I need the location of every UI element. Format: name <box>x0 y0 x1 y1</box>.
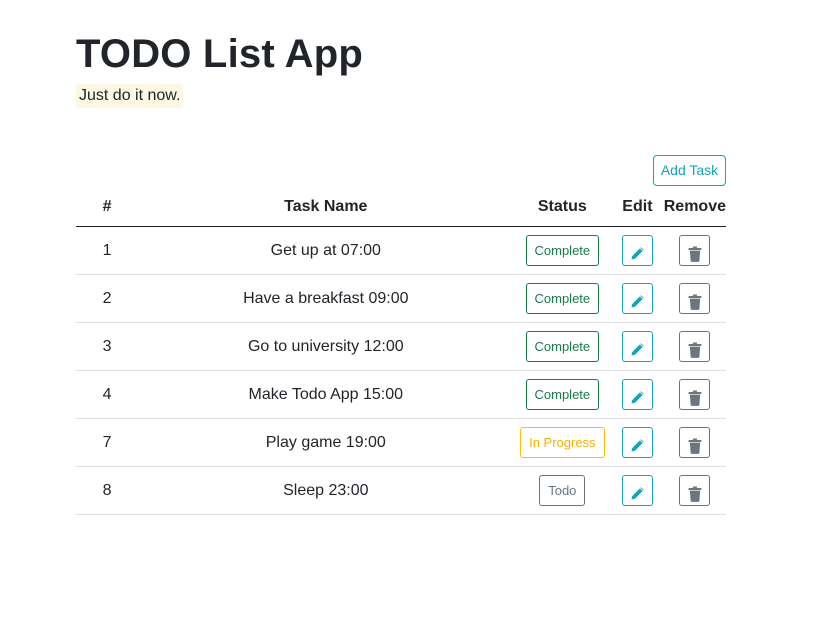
edit-button[interactable] <box>621 283 653 314</box>
table-row: 1 Get up at 07:00 Complete <box>76 226 726 275</box>
remove-button[interactable] <box>679 331 711 362</box>
task-name: Have a breakfast 09:00 <box>138 274 514 323</box>
add-task-button[interactable]: Add Task <box>653 155 726 186</box>
edit-button[interactable] <box>621 475 653 506</box>
task-remove-cell <box>663 418 726 467</box>
status-button[interactable]: In Progress <box>520 427 605 458</box>
task-name: Play game 19:00 <box>138 418 514 467</box>
task-edit-cell <box>611 466 664 515</box>
remove-button[interactable] <box>679 475 711 506</box>
task-remove-cell <box>663 226 726 275</box>
task-number: 8 <box>76 466 139 515</box>
task-status-cell: Complete <box>513 322 612 371</box>
status-button[interactable]: Complete <box>525 235 600 266</box>
task-remove-cell <box>663 466 726 515</box>
task-edit-cell <box>611 370 664 419</box>
pencil-icon <box>623 486 652 502</box>
table-row: 7 Play game 19:00 In Progress <box>76 418 726 467</box>
table-row: 4 Make Todo App 15:00 Complete <box>76 370 726 419</box>
status-button[interactable]: Complete <box>525 283 600 314</box>
task-status-cell: Complete <box>513 226 612 275</box>
status-button[interactable]: Complete <box>525 379 600 410</box>
task-name: Get up at 07:00 <box>138 226 514 275</box>
task-name: Go to university 12:00 <box>138 322 514 371</box>
column-header-edit: Edit <box>611 187 664 227</box>
todo-page: TODO List App Just do it now. Add Task #… <box>0 0 818 625</box>
remove-button[interactable] <box>679 283 711 314</box>
table-row: 3 Go to university 12:00 Complete <box>76 322 726 371</box>
task-number: 1 <box>76 226 139 275</box>
task-status-cell: In Progress <box>513 418 612 467</box>
task-edit-cell <box>611 226 664 275</box>
task-number: 2 <box>76 274 139 323</box>
task-name: Sleep 23:00 <box>138 466 514 515</box>
pencil-icon <box>623 390 652 406</box>
task-table: # Task Name Status Edit Remove 1 Get up a… <box>76 187 726 515</box>
column-header-remove: Remove <box>663 187 726 227</box>
pencil-icon <box>623 246 652 262</box>
trash-icon <box>680 486 709 502</box>
trash-icon <box>680 342 709 358</box>
task-remove-cell <box>663 274 726 323</box>
task-number: 4 <box>76 370 139 419</box>
page-subtitle: Just do it now. <box>76 84 184 108</box>
task-status-cell: Complete <box>513 370 612 419</box>
table-row: 8 Sleep 23:00 Todo <box>76 466 726 515</box>
remove-button[interactable] <box>679 235 711 266</box>
remove-button[interactable] <box>679 427 711 458</box>
status-button[interactable]: Complete <box>525 331 600 362</box>
remove-button[interactable] <box>679 379 711 410</box>
trash-icon <box>680 438 709 454</box>
edit-button[interactable] <box>621 427 653 458</box>
task-name: Make Todo App 15:00 <box>138 370 514 419</box>
edit-button[interactable] <box>621 331 653 362</box>
task-list: 1 Get up at 07:00 Complete 2 Have a breakfas… <box>76 226 726 515</box>
pencil-icon <box>623 438 652 454</box>
task-edit-cell <box>611 322 664 371</box>
table-header-row: # Task Name Status Edit Remove <box>76 187 726 227</box>
trash-icon <box>680 390 709 406</box>
pencil-icon <box>623 342 652 358</box>
task-status-cell: Complete <box>513 274 612 323</box>
trash-icon <box>680 294 709 310</box>
task-number: 3 <box>76 322 139 371</box>
page-title: TODO List App <box>76 32 364 76</box>
edit-button[interactable] <box>621 235 653 266</box>
task-remove-cell <box>663 322 726 371</box>
column-header-status: Status <box>513 187 612 227</box>
task-status-cell: Todo <box>513 466 612 515</box>
pencil-icon <box>623 294 652 310</box>
task-remove-cell <box>663 370 726 419</box>
task-edit-cell <box>611 274 664 323</box>
edit-button[interactable] <box>621 379 653 410</box>
task-number: 7 <box>76 418 139 467</box>
table-row: 2 Have a breakfast 09:00 Complete <box>76 274 726 323</box>
task-edit-cell <box>611 418 664 467</box>
column-header-task-name: Task Name <box>138 187 514 227</box>
trash-icon <box>680 246 709 262</box>
column-header-number: # <box>76 187 139 227</box>
status-button[interactable]: Todo <box>539 475 586 506</box>
